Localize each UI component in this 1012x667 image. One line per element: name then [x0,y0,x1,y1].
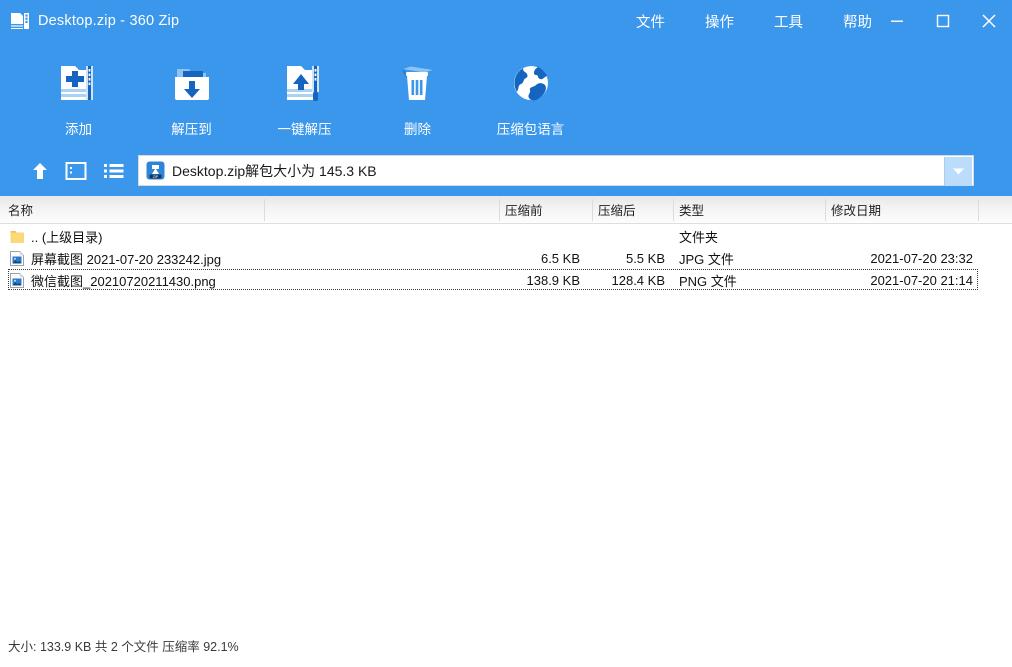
toolbar-button-archive-language[interactable]: 压缩包语言 [474,50,587,146]
cell-size-after: 128.4 KB [590,269,665,291]
zip-file-icon: ZIP [146,161,165,180]
status-bar: 大小: 133.9 KB 共 2 个文件 压缩率 92.1% [8,636,239,655]
cell-name: 微信截图_20210720211430.png [10,269,216,291]
svg-text:ZIP: ZIP [153,175,159,179]
toolbar-button-extract-to[interactable]: 解压到 [135,50,248,146]
minimize-button[interactable] [874,0,920,42]
table-row[interactable]: 屏幕截图 2021-07-20 233242.jpg 6.5 KB 5.5 KB… [0,247,1012,269]
column-header-type[interactable]: 类型 [679,196,704,223]
toolbar-label-delete: 删除 [404,118,431,138]
blue-chrome-area: Desktop.zip - 360 Zip 文件 操作 工具 帮助 [0,0,1012,196]
close-button[interactable] [966,0,1012,42]
table-row[interactable]: .. (上级目录) 文件夹 [0,225,1012,247]
address-bar-dropdown-button[interactable] [944,157,972,186]
globe-language-icon [507,58,555,108]
maximize-icon [934,12,952,30]
one-click-extract-icon [281,58,329,108]
column-divider[interactable] [825,199,826,221]
list-view-icon [103,161,125,181]
cell-modified [790,225,973,247]
cell-modified: 2021-07-20 23:32 [790,247,973,269]
add-to-archive-icon [55,58,103,108]
address-bar-text: Desktop.zip解包大小为 145.3 KB [172,161,377,181]
column-header-before[interactable]: 压缩前 [505,196,543,223]
title-bar-left: Desktop.zip - 360 Zip [10,0,179,42]
folder-icon [10,229,24,244]
toolbar-button-one-click-extract[interactable]: 一键解压 [248,50,361,146]
cell-modified: 2021-07-20 21:14 [790,269,973,291]
title-bar: Desktop.zip - 360 Zip 文件 操作 工具 帮助 [0,0,1012,42]
column-divider[interactable] [499,199,500,221]
file-name-text: 屏幕截图 2021-07-20 233242.jpg [31,249,221,268]
column-divider[interactable] [673,199,674,221]
list-view-button[interactable] [98,155,130,187]
toolbar-label-archive-language: 压缩包语言 [497,118,565,138]
cell-type: PNG 文件 [679,269,737,291]
cell-size-before [505,225,580,247]
panel-view-button[interactable] [60,155,92,187]
chevron-down-icon [952,167,965,176]
column-header-after[interactable]: 压缩后 [598,196,636,223]
toolbar-label-one-click-extract: 一键解压 [278,118,332,138]
minimize-icon [888,12,906,30]
zip-archive-icon [10,11,30,31]
file-list-body[interactable]: .. (上级目录) 文件夹 屏幕截图 2021-07-20 [0,225,1012,610]
menu-item-file[interactable]: 文件 [636,11,665,32]
image-file-icon [10,273,24,288]
toolbar-label-add: 添加 [65,118,92,138]
toolbar-label-extract-to: 解压到 [171,118,212,138]
cell-name: 屏幕截图 2021-07-20 233242.jpg [10,247,221,269]
table-row[interactable]: 微信截图_20210720211430.png 138.9 KB 128.4 K… [0,269,1012,291]
column-header-name[interactable]: 名称 [8,196,33,223]
file-list-header: 名称 压缩前 压缩后 类型 修改日期 [0,196,1012,224]
menu-bar: 文件 操作 工具 帮助 [636,0,872,42]
menu-item-operation[interactable]: 操作 [705,11,734,32]
menu-item-help[interactable]: 帮助 [843,11,872,32]
file-name-text: .. (上级目录) [31,227,103,246]
menu-item-tools[interactable]: 工具 [774,11,803,32]
window-controls [872,0,1012,42]
address-bar-row: ZIP Desktop.zip解包大小为 145.3 KB [0,155,1012,187]
zip-application-window: Desktop.zip - 360 Zip 文件 操作 工具 帮助 [0,0,1012,667]
column-divider[interactable] [978,199,979,221]
cell-size-after: 5.5 KB [590,247,665,269]
window-title: Desktop.zip - 360 Zip [38,13,179,29]
cell-type: 文件夹 [679,225,718,247]
cell-size-before: 6.5 KB [505,247,580,269]
cell-size-before: 138.9 KB [505,269,580,291]
file-name-text: 微信截图_20210720211430.png [31,271,216,290]
address-bar[interactable]: ZIP Desktop.zip解包大小为 145.3 KB [138,155,974,186]
image-file-icon [10,251,24,266]
maximize-button[interactable] [920,0,966,42]
up-one-level-button[interactable] [24,155,56,187]
cell-name: .. (上级目录) [10,225,103,247]
column-divider[interactable] [592,199,593,221]
extract-to-folder-icon [168,58,216,108]
toolbar-button-add[interactable]: 添加 [22,50,135,146]
column-header-modified[interactable]: 修改日期 [831,196,881,223]
cell-type: JPG 文件 [679,247,734,269]
close-icon [979,11,999,31]
panel-view-icon [65,161,87,181]
up-one-level-icon [29,160,51,182]
toolbar-button-delete[interactable]: 删除 [361,50,474,146]
trash-delete-icon [394,58,442,108]
toolbar: 添加 解压到 [22,50,587,146]
column-divider[interactable] [264,199,265,221]
cell-size-after [590,225,665,247]
